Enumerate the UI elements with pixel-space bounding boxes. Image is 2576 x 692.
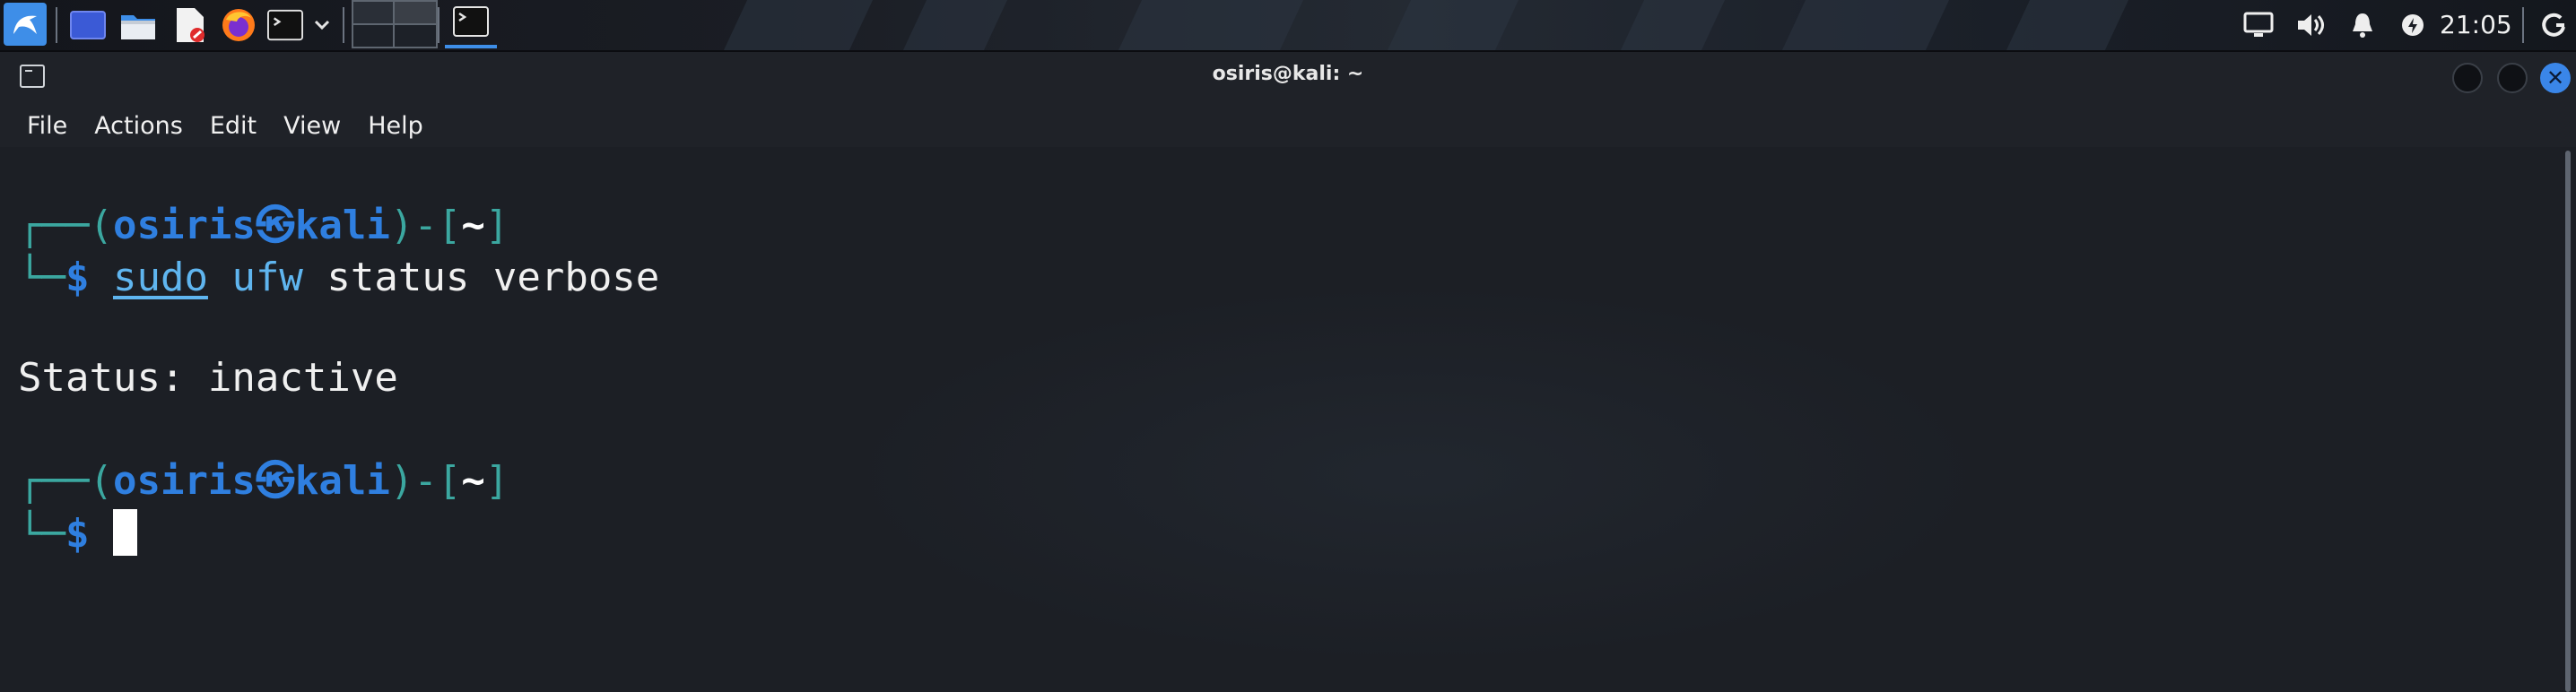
prompt-corner: └─	[18, 511, 65, 557]
display-icon[interactable]	[2239, 5, 2278, 45]
chevron-down-icon[interactable]	[309, 7, 335, 43]
workspace-3[interactable]	[352, 23, 396, 48]
prompt-cwd: ~	[461, 203, 485, 248]
menu-file[interactable]: File	[27, 112, 67, 140]
text-cursor	[112, 509, 137, 556]
panel-separator	[2522, 7, 2524, 43]
menu-edit[interactable]: Edit	[210, 112, 257, 140]
clock[interactable]: 21:05	[2440, 5, 2512, 45]
prompt-open: ┌──(	[18, 203, 113, 248]
volume-icon[interactable]	[2291, 5, 2330, 45]
terminal-icon	[453, 6, 489, 40]
prompt-user: osiris	[112, 203, 256, 248]
taskbar-terminal-button[interactable]	[445, 0, 497, 47]
firefox-icon[interactable]	[221, 7, 257, 43]
prompt-header: ┌──(osiris㉿kali)-[~]	[18, 201, 509, 251]
workspace-1[interactable]	[352, 0, 396, 25]
command-output: Status: inactive	[18, 353, 398, 403]
menu-view[interactable]: View	[283, 112, 341, 140]
command-line: └─$ sudo ufw status verbose	[18, 253, 659, 303]
prompt-corner: └─	[18, 255, 65, 300]
terminal-area[interactable]: ┌──(osiris㉿kali)-[~] └─$ sudo ufw status…	[0, 147, 2576, 692]
text-editor-icon[interactable]	[172, 7, 208, 43]
command-binary: ufw	[231, 255, 303, 300]
terminal-icon[interactable]	[267, 7, 303, 43]
panel-separator	[56, 7, 57, 43]
workspace-4[interactable]	[393, 23, 438, 48]
prompt-dollar: $	[65, 255, 90, 300]
workspace-2[interactable]	[393, 0, 438, 25]
command-line: └─$	[18, 509, 137, 559]
menu-actions[interactable]: Actions	[94, 112, 183, 140]
close-icon: ✕	[2546, 65, 2565, 91]
prompt-open: ┌──(	[18, 458, 113, 504]
maximize-button[interactable]	[2497, 63, 2528, 93]
panel-separator	[343, 7, 344, 43]
prompt-host: kali	[294, 458, 390, 504]
notification-bell-icon[interactable]	[2343, 5, 2382, 45]
prompt-mid: )-[	[389, 203, 462, 248]
kali-menu-icon[interactable]	[4, 3, 47, 46]
prompt-mid: )-[	[389, 458, 462, 504]
close-button[interactable]: ✕	[2540, 63, 2571, 93]
prompt-header: ┌──(osiris㉿kali)-[~]	[18, 456, 509, 506]
prompt-at-symbol: ㉿	[255, 203, 295, 248]
prompt-cwd: ~	[461, 458, 485, 504]
top-panel: 21:05	[0, 0, 2576, 52]
prompt-close: ]	[484, 203, 509, 248]
prompt-user: osiris	[112, 458, 256, 504]
power-manager-icon[interactable]	[2393, 5, 2432, 45]
minimize-button[interactable]	[2452, 63, 2483, 93]
prompt-close: ]	[484, 458, 509, 504]
output-text: Status: inactive	[18, 355, 398, 401]
terminal-scrollbar[interactable]	[2565, 151, 2571, 692]
panel-separator	[438, 7, 439, 43]
active-task-indicator	[445, 45, 497, 48]
show-desktop-icon[interactable]	[70, 7, 106, 43]
command-args: status verbose	[302, 255, 660, 300]
command-sudo: sudo	[112, 255, 208, 300]
prompt-dollar: $	[65, 511, 90, 557]
prompt-at-symbol: ㉿	[255, 458, 295, 504]
menu-bar: File Actions Edit View Help	[0, 104, 2576, 147]
menu-help[interactable]: Help	[368, 112, 423, 140]
prompt-host: kali	[294, 203, 390, 248]
file-manager-icon[interactable]	[120, 7, 156, 43]
power-icon[interactable]	[2535, 5, 2574, 45]
window-title: osiris@kali: ~	[1212, 63, 1364, 85]
window-titlebar[interactable]: osiris@kali: ~ ✕	[0, 52, 2576, 104]
